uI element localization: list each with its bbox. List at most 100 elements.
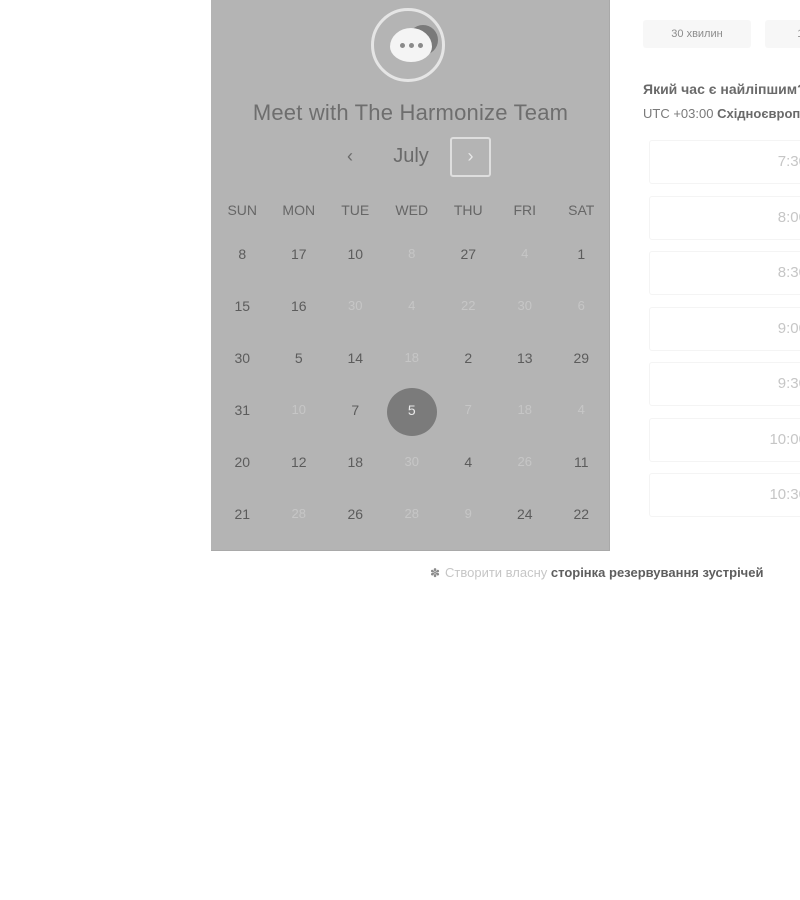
footer-link-text: сторінка резервування зустрічей [550, 565, 764, 580]
calendar-day[interactable]: 8 [214, 236, 271, 288]
time-slot-label: 9:00 [777, 319, 800, 337]
calendar-day: 30 [497, 288, 554, 340]
calendar-day[interactable]: 29 [553, 340, 610, 392]
calendar-day-number: 8 [408, 246, 416, 261]
weekday-label: THU [453, 202, 483, 218]
calendar-week-row: 20 12 18 30 4 26 11 [214, 444, 610, 496]
calendar-day[interactable]: 10 [327, 236, 384, 288]
calendar-day-number: 30 [234, 350, 251, 366]
timezone-offset: UTC +03:00 [643, 106, 714, 121]
calendar-day-number: 30 [404, 454, 419, 469]
calendar-day[interactable]: 16 [271, 288, 328, 340]
calendar-day: 9 [440, 496, 497, 548]
calendar-day[interactable]: 11 [553, 444, 610, 496]
chat-bubble-icon [390, 28, 432, 62]
calendar-day-number: 26 [347, 506, 364, 522]
calendar-day-number: 30 [348, 298, 363, 313]
calendar-day: 7 [440, 392, 497, 444]
calendar-day[interactable]: 4 [440, 444, 497, 496]
calendar-day[interactable]: 1 [553, 236, 610, 288]
calendar-day[interactable]: 22 [553, 496, 610, 548]
calendar-day[interactable]: 24 [497, 496, 554, 548]
calendar-day[interactable]: 12 [271, 444, 328, 496]
calendar-day[interactable]: 2 [440, 340, 497, 392]
calendar-week-row: 21 28 26 28 9 24 22 [214, 496, 610, 548]
time-slot[interactable]: 9:00 [649, 306, 800, 351]
calendar-day-number: 7 [464, 402, 472, 417]
calendar-day-number: 14 [347, 350, 364, 366]
time-slot[interactable]: 8:00 [649, 195, 800, 240]
calendar-day-number: 8 [238, 246, 247, 262]
calendar-day-number: 5 [386, 388, 437, 436]
duration-tab-1-hour[interactable]: 1 година [765, 20, 800, 48]
duration-tab-30-min[interactable]: 30 хвилин [643, 20, 751, 48]
calendar-day: 18 [497, 392, 554, 444]
calendar-day[interactable]: 5 [271, 340, 328, 392]
calendar-day: 28 [271, 496, 328, 548]
time-slot[interactable]: 10:00 [649, 417, 800, 462]
timezone-label[interactable]: UTC +03:00 Східноєвропейський час [643, 106, 800, 121]
weekday-label: MON [282, 202, 316, 218]
calendar-panel: Meet with The Harmonize Team ‹ July › SU… [211, 0, 610, 551]
calendar-day-number: 20 [234, 454, 251, 470]
weekday-label: SAT [568, 202, 595, 218]
calendar-day[interactable]: 13 [497, 340, 554, 392]
calendar-day-number: 16 [290, 298, 307, 314]
calendar-day[interactable]: 14 [327, 340, 384, 392]
calendar-day[interactable]: 15 [214, 288, 271, 340]
calendar-week-row: 30 5 14 18 2 13 29 [214, 340, 610, 392]
previous-month-button[interactable]: ‹ [339, 145, 361, 167]
time-slot[interactable]: 10:30 [649, 473, 800, 517]
calendar-day: 4 [497, 236, 554, 288]
calendar-day[interactable]: 30 [214, 340, 271, 392]
weekday-label: FRI [513, 202, 537, 218]
next-month-button[interactable]: › [450, 137, 491, 177]
booking-page: Meet with The Harmonize Team ‹ July › SU… [0, 0, 800, 900]
calendar-day[interactable]: 21 [214, 496, 271, 548]
calendar-day: 4 [384, 288, 441, 340]
current-month-label: July [393, 145, 429, 167]
calendar-day[interactable]: 17 [271, 236, 328, 288]
time-slot-label: 8:00 [777, 208, 800, 226]
calendar-day-number: 7 [351, 402, 360, 418]
calendar-day-selected[interactable]: 5 [384, 388, 441, 444]
weekday-label: WED [395, 202, 429, 218]
month-navigation: ‹ July › [211, 137, 610, 177]
chat-dot [408, 42, 414, 48]
calendar-day: 26 [497, 444, 554, 496]
calendar-day-number: 2 [464, 350, 473, 366]
calendar-week-row: 31 10 7 5 7 18 4 [214, 388, 610, 444]
meeting-title: Meet with The Harmonize Team [252, 100, 569, 125]
calendar-day: 30 [384, 444, 441, 496]
calendar-day-number: 24 [516, 506, 533, 522]
time-slot[interactable]: 9:30 [649, 362, 800, 406]
calendar-day[interactable]: 20 [214, 444, 271, 496]
calendar-day-number: 11 [573, 454, 589, 470]
calendar-day[interactable]: 31 [214, 392, 271, 444]
calendar-day-number: 9 [464, 506, 472, 521]
calendar-day[interactable]: 18 [327, 444, 384, 496]
weekday-header: SUN MON TUE WED THU FRI SAT [214, 200, 610, 220]
time-slot[interactable]: 7:30 [649, 140, 800, 184]
time-picker-panel: 30 хвилин 1 година Який час є найліпшим?… [611, 0, 800, 551]
create-booking-page-link[interactable]: ✽ Створити власну сторінка резервування з… [430, 565, 763, 580]
weekday-label: TUE [341, 202, 370, 218]
calendar-day-number: 18 [517, 402, 532, 417]
calendar-day-number: 18 [404, 350, 419, 365]
calendar-day-number: 4 [521, 246, 529, 261]
calendar-day[interactable]: 27 [440, 236, 497, 288]
calendar-week-row: 15 16 30 4 22 30 6 [214, 288, 610, 340]
time-slot[interactable]: 8:30 [649, 251, 800, 295]
calendar-day: 6 [553, 288, 610, 340]
calendar-day-number: 30 [517, 298, 532, 313]
hubspot-sprocket-icon: ✽ [430, 566, 441, 580]
calendar-day-number: 6 [577, 298, 585, 313]
calendar-day: 18 [384, 340, 441, 392]
calendar-day[interactable]: 26 [327, 496, 384, 548]
calendar-day[interactable]: 7 [327, 392, 384, 444]
chat-dot [399, 42, 405, 48]
calendar-day: 4 [553, 392, 610, 444]
time-slot-list: 7:30 8:00 8:30 9:00 9:30 10:00 10:30 [649, 140, 800, 529]
time-question-heading: Який час є найліпшим? [643, 81, 800, 97]
calendar-day-number: 26 [517, 454, 532, 469]
